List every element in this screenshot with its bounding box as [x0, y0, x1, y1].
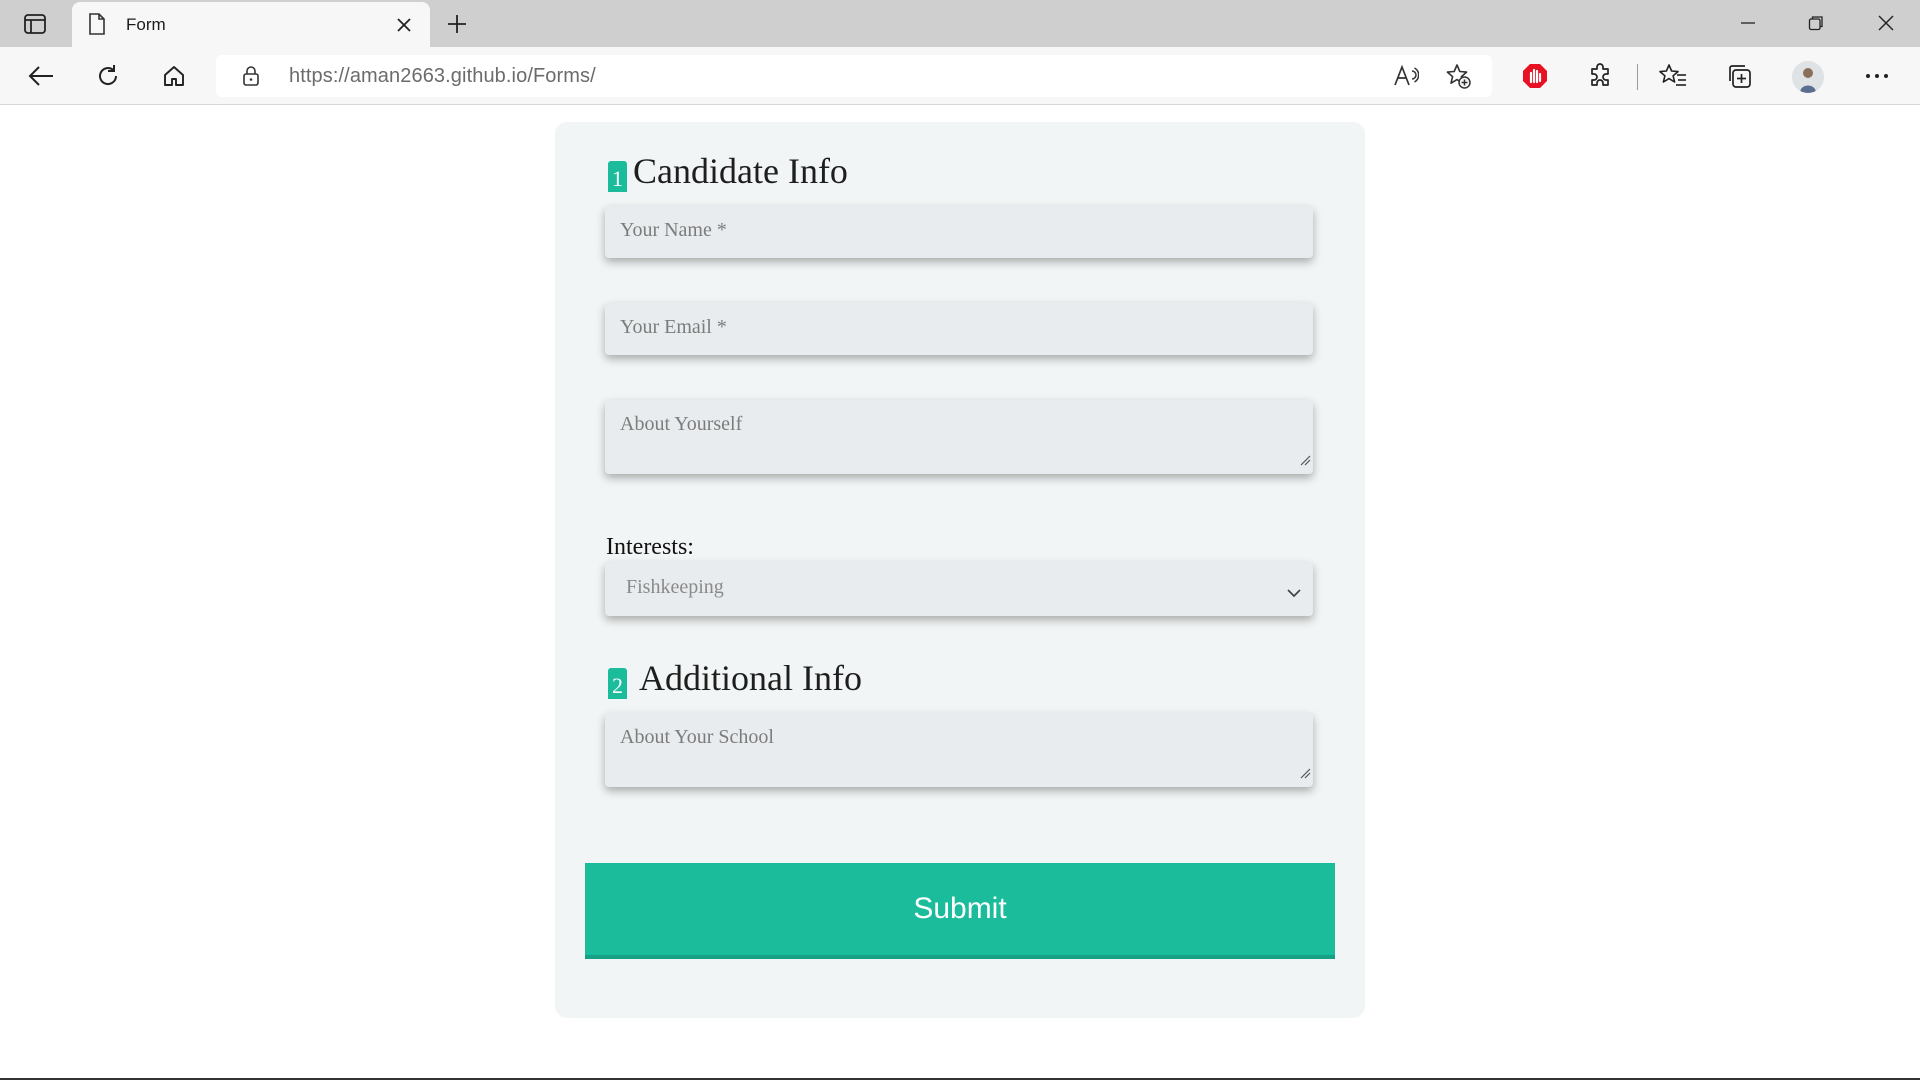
read-aloud-icon[interactable]	[1389, 61, 1423, 91]
section-title-candidate: Candidate Info	[633, 151, 848, 191]
profile-avatar[interactable]	[1792, 61, 1824, 93]
adblock-icon[interactable]	[1516, 58, 1554, 94]
page-content: 1 Candidate Info Your Name * Your Email …	[0, 106, 1920, 1078]
url-host: https://aman2663.github.io	[289, 65, 528, 87]
section-title-additional: Additional Info	[639, 658, 862, 698]
extensions-icon[interactable]	[1581, 58, 1619, 94]
email-input[interactable]: Your Email *	[605, 303, 1313, 355]
school-placeholder: About Your School	[620, 726, 774, 748]
interests-selected-value: Fishkeeping	[626, 576, 724, 598]
section-number-1: 1	[608, 161, 627, 192]
chevron-down-icon	[1287, 581, 1301, 604]
toolbar-separator	[1637, 64, 1638, 90]
resize-handle-icon[interactable]	[1299, 762, 1311, 785]
add-favorite-icon[interactable]	[1441, 61, 1475, 91]
about-placeholder: About Yourself	[620, 413, 743, 435]
section-additional-info: 2 Additional Info	[608, 657, 862, 699]
favorites-icon[interactable]	[1654, 58, 1692, 94]
address-bar[interactable]: https://aman2663.github.io/Forms/	[216, 55, 1492, 97]
url-path: /Forms/	[527, 65, 596, 87]
home-icon[interactable]	[155, 58, 193, 94]
close-window-icon[interactable]	[1866, 8, 1906, 38]
tab-title: Form	[126, 15, 166, 34]
interests-select[interactable]: Fishkeeping	[605, 562, 1313, 616]
close-tab-icon[interactable]	[394, 15, 414, 35]
page-icon	[88, 13, 106, 40]
name-placeholder: Your Name *	[620, 219, 727, 241]
minimize-icon[interactable]	[1728, 8, 1768, 38]
refresh-icon[interactable]	[89, 58, 127, 94]
url-text[interactable]: https://aman2663.github.io/Forms/	[289, 65, 596, 88]
submit-button[interactable]: Submit	[585, 863, 1335, 959]
resize-handle-icon[interactable]	[1299, 449, 1311, 472]
candidate-form: 1 Candidate Info Your Name * Your Email …	[555, 122, 1365, 1018]
collections-icon[interactable]	[1720, 58, 1758, 94]
tab-bar: Form	[0, 0, 1920, 47]
new-tab-icon[interactable]	[441, 10, 473, 38]
tab-actions-icon[interactable]	[18, 10, 52, 38]
name-input[interactable]: Your Name *	[605, 206, 1313, 258]
section-candidate-info: 1 Candidate Info	[608, 150, 848, 192]
interests-label: Interests:	[606, 534, 694, 560]
back-arrow-icon[interactable]	[22, 58, 60, 94]
lock-icon[interactable]	[242, 66, 260, 91]
about-yourself-textarea[interactable]: About Yourself	[605, 400, 1313, 474]
about-school-textarea[interactable]: About Your School	[605, 713, 1313, 787]
browser-toolbar: https://aman2663.github.io/Forms/	[0, 47, 1920, 105]
active-tab[interactable]: Form	[72, 2, 430, 47]
email-placeholder: Your Email *	[620, 316, 727, 338]
more-options-icon[interactable]	[1858, 58, 1896, 94]
restore-icon[interactable]	[1796, 8, 1836, 38]
section-number-2: 2	[608, 668, 627, 699]
